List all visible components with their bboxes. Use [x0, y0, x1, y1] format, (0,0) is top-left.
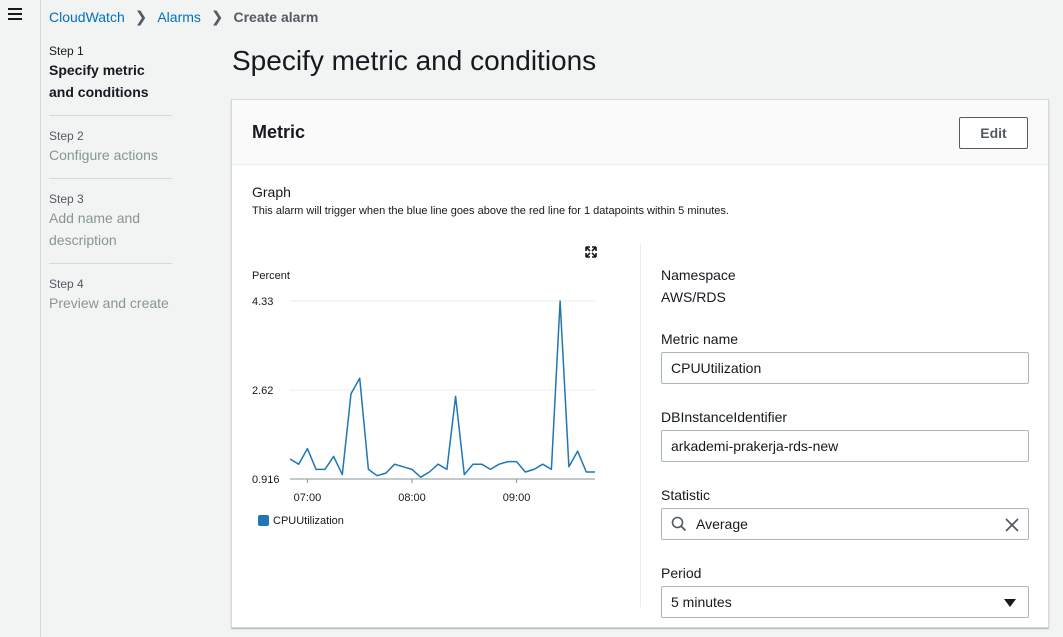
step-number: Step 1: [49, 44, 84, 58]
namespace-value: AWS/RDS: [661, 289, 726, 305]
step-title: Specify metric and conditions: [49, 62, 149, 100]
namespace-group: Namespace AWS/RDS: [661, 266, 1029, 306]
step-3[interactable]: Step 3 Add name and description: [49, 191, 172, 264]
step-1: Step 1 Specify metric and conditions: [49, 43, 172, 116]
step-4[interactable]: Step 4 Preview and create: [49, 276, 172, 326]
step-number: Step 2: [49, 129, 84, 143]
step-2[interactable]: Step 2 Configure actions: [49, 128, 172, 179]
caret-down-icon: [1004, 599, 1016, 607]
graph-description: This alarm will trigger when the blue li…: [252, 205, 729, 217]
period-select[interactable]: 5 minutes: [661, 586, 1029, 618]
clear-icon[interactable]: [1004, 517, 1020, 533]
breadcrumb-alarms[interactable]: Alarms: [157, 9, 201, 25]
period-label: Period: [661, 565, 702, 581]
metric-fields: Namespace AWS/RDS Metric name CPUUtiliza…: [661, 266, 1029, 618]
y-tick-label: 4.33: [252, 296, 273, 308]
statistic-group: Statistic Average: [661, 486, 1029, 540]
statistic-input[interactable]: Average: [661, 508, 1029, 540]
metric-panel: Metric Edit Graph This alarm will trigge…: [231, 99, 1049, 628]
step-number: Step 4: [49, 277, 84, 291]
period-value: 5 minutes: [671, 594, 732, 610]
step-title[interactable]: Preview and create: [49, 292, 172, 314]
step-title[interactable]: Add name and description: [49, 207, 172, 251]
edit-button[interactable]: Edit: [959, 117, 1028, 149]
step-number: Step 3: [49, 192, 84, 206]
breadcrumb: CloudWatch ❯ Alarms ❯ Create alarm: [49, 7, 318, 27]
period-group: Period 5 minutes: [661, 564, 1029, 618]
vertical-divider: [640, 243, 641, 607]
db-identifier-input[interactable]: arkademi-prakerja-rds-new: [661, 430, 1029, 462]
metric-name-label: Metric name: [661, 331, 739, 347]
metric-name-value: CPUUtilization: [671, 360, 762, 376]
breadcrumb-current: Create alarm: [233, 9, 319, 25]
legend-swatch: [258, 515, 269, 526]
search-icon: [671, 516, 687, 532]
namespace-label: Namespace: [661, 267, 736, 283]
side-rail: [0, 0, 41, 637]
metric-name-input[interactable]: CPUUtilization: [661, 352, 1029, 384]
expand-icon[interactable]: [584, 245, 598, 259]
y-axis-label: Percent: [252, 270, 290, 282]
series-line-cpuutilization: [289, 300, 595, 478]
db-identifier-value: arkademi-prakerja-rds-new: [671, 438, 839, 454]
y-tick-label: 2.62: [252, 385, 273, 397]
menu-icon[interactable]: [8, 8, 22, 20]
x-tick-label: 07:00: [294, 492, 322, 504]
breadcrumb-cloudwatch[interactable]: CloudWatch: [49, 9, 125, 25]
chevron-right-icon: ❯: [210, 9, 224, 26]
y-tick-label: 0.916: [252, 474, 280, 486]
page-title: Specify metric and conditions: [232, 45, 597, 76]
statistic-label: Statistic: [661, 487, 711, 503]
panel-title: Metric: [252, 122, 306, 142]
x-tick-label: 08:00: [398, 492, 426, 504]
db-identifier-group: DBInstanceIdentifier arkademi-prakerja-r…: [661, 408, 1029, 462]
legend-label: CPUUtilization: [273, 515, 344, 527]
wizard-steps: Step 1 Specify metric and conditions Ste…: [49, 43, 172, 338]
cpu-utilization-chart: Percent 4.33 2.62 0.916 07:00 08:00 09:00 CPUUt…: [252, 270, 595, 527]
step-title[interactable]: Configure actions: [49, 144, 172, 166]
metric-name-group: Metric name CPUUtilization: [661, 330, 1029, 384]
graph-title: Graph: [252, 184, 291, 200]
x-tick-label: 09:00: [503, 492, 531, 504]
panel-header: Metric Edit: [232, 100, 1048, 165]
statistic-value: Average: [696, 516, 748, 532]
db-identifier-label: DBInstanceIdentifier: [661, 409, 788, 425]
chevron-right-icon: ❯: [134, 9, 148, 26]
